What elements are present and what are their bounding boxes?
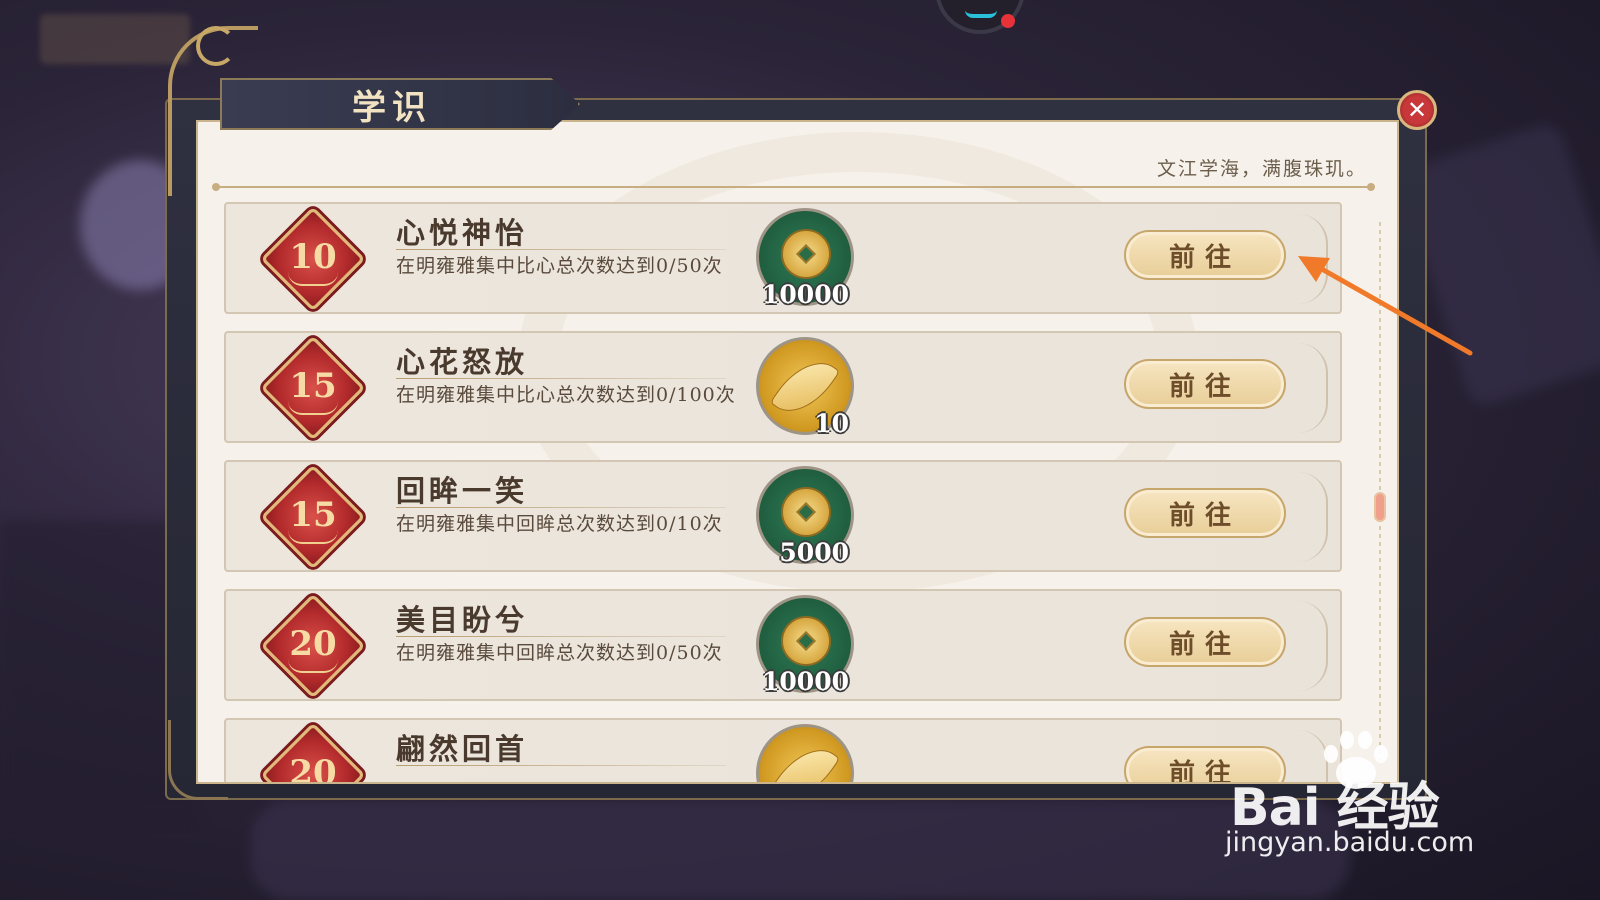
task-row: 10 心悦神怡 在明雍雅集中比心总次数达到0/50次 10000 前往 bbox=[224, 202, 1342, 314]
level-number: 10 bbox=[289, 237, 337, 277]
copper-coin-icon[interactable]: 5000 bbox=[756, 466, 854, 567]
close-icon: ✕ bbox=[1406, 96, 1428, 124]
goto-button[interactable]: 前往 bbox=[1124, 230, 1286, 280]
row-ornament bbox=[1298, 472, 1328, 562]
goto-button[interactable]: 前往 bbox=[1124, 359, 1286, 409]
dialog-title-tab: 学识 bbox=[220, 78, 580, 130]
reward-amount: 10 bbox=[814, 409, 849, 438]
feather-icon[interactable] bbox=[756, 724, 854, 782]
copper-coin-icon[interactable]: 10000 bbox=[756, 208, 854, 309]
reward-amount: 10000 bbox=[762, 280, 849, 309]
level-number: 20 bbox=[289, 624, 337, 664]
moon-ornament-icon bbox=[196, 26, 236, 66]
title-underline bbox=[396, 507, 726, 508]
task-name: 美目盼兮 bbox=[396, 603, 529, 637]
row-ornament bbox=[1298, 601, 1328, 691]
task-description: 在明雍雅集中比心总次数达到0/50次 bbox=[396, 255, 723, 277]
task-row: 20 美目盼兮 在明雍雅集中回眸总次数达到0/50次 10000 前往 bbox=[224, 589, 1342, 701]
task-description: 在明雍雅集中比心总次数达到0/100次 bbox=[396, 384, 736, 406]
task-row: 15 心花怒放 在明雍雅集中比心总次数达到0/100次 10 前往 bbox=[224, 331, 1342, 443]
corner-ornament-icon bbox=[168, 720, 228, 800]
dialog-title: 学识 bbox=[352, 87, 432, 128]
level-badge-icon: 10 bbox=[260, 206, 366, 312]
title-underline bbox=[396, 765, 726, 766]
goto-button[interactable]: 前往 bbox=[1124, 488, 1286, 538]
title-underline bbox=[396, 249, 726, 250]
level-badge-icon: 20 bbox=[260, 593, 366, 699]
row-ornament bbox=[1298, 343, 1328, 433]
level-badge-icon: 15 bbox=[260, 335, 366, 441]
task-name: 心花怒放 bbox=[396, 345, 529, 379]
reward-amount: 10000 bbox=[762, 667, 849, 696]
dialog-content: 文江学海，满腹珠玑。 10 心悦神怡 在明雍雅集中比心总次数达到0/50次 10… bbox=[196, 120, 1399, 784]
close-button[interactable]: ✕ bbox=[1397, 90, 1437, 130]
level-badge-icon: 20 bbox=[260, 722, 366, 784]
header-divider bbox=[212, 183, 1375, 191]
task-name: 翩然回首 bbox=[396, 732, 529, 766]
dialog-subtitle: 文江学海，满腹珠玑。 bbox=[1156, 158, 1367, 180]
notification-dot bbox=[1001, 14, 1015, 28]
scrollbar-thumb[interactable] bbox=[1374, 492, 1386, 522]
reward-amount: 5000 bbox=[779, 538, 849, 567]
row-ornament bbox=[1298, 214, 1328, 304]
copper-coin-icon[interactable]: 10000 bbox=[756, 595, 854, 696]
achievement-dialog: 文江学海，满腹珠玑。 10 心悦神怡 在明雍雅集中比心总次数达到0/50次 10… bbox=[165, 98, 1427, 800]
goto-button[interactable]: 前往 bbox=[1124, 617, 1286, 667]
title-underline bbox=[396, 378, 726, 379]
smile-icon bbox=[965, 10, 997, 18]
level-number: 15 bbox=[289, 366, 337, 406]
task-row: 20 翩然回首 前往 bbox=[224, 718, 1342, 784]
level-number: 20 bbox=[289, 753, 337, 784]
level-badge-icon: 15 bbox=[260, 464, 366, 570]
background-title-blur bbox=[40, 14, 190, 64]
top-status-indicator bbox=[935, 0, 1025, 34]
task-name: 心悦神怡 bbox=[396, 216, 529, 250]
task-description: 在明雍雅集中回眸总次数达到0/10次 bbox=[396, 513, 723, 535]
watermark-url: jingyan.baidu.com bbox=[1225, 827, 1475, 858]
level-number: 15 bbox=[289, 495, 337, 535]
task-list[interactable]: 10 心悦神怡 在明雍雅集中比心总次数达到0/50次 10000 前往 15 心… bbox=[224, 202, 1342, 784]
title-underline bbox=[396, 636, 726, 637]
background-decoration bbox=[250, 800, 1350, 900]
feather-icon[interactable]: 10 bbox=[756, 337, 854, 438]
task-row: 15 回眸一笑 在明雍雅集中回眸总次数达到0/10次 5000 前往 bbox=[224, 460, 1342, 572]
task-description: 在明雍雅集中回眸总次数达到0/50次 bbox=[396, 642, 723, 664]
task-name: 回眸一笑 bbox=[396, 474, 529, 508]
baidu-watermark: Bai 经验 jingyan.baidu.com bbox=[1225, 731, 1520, 865]
